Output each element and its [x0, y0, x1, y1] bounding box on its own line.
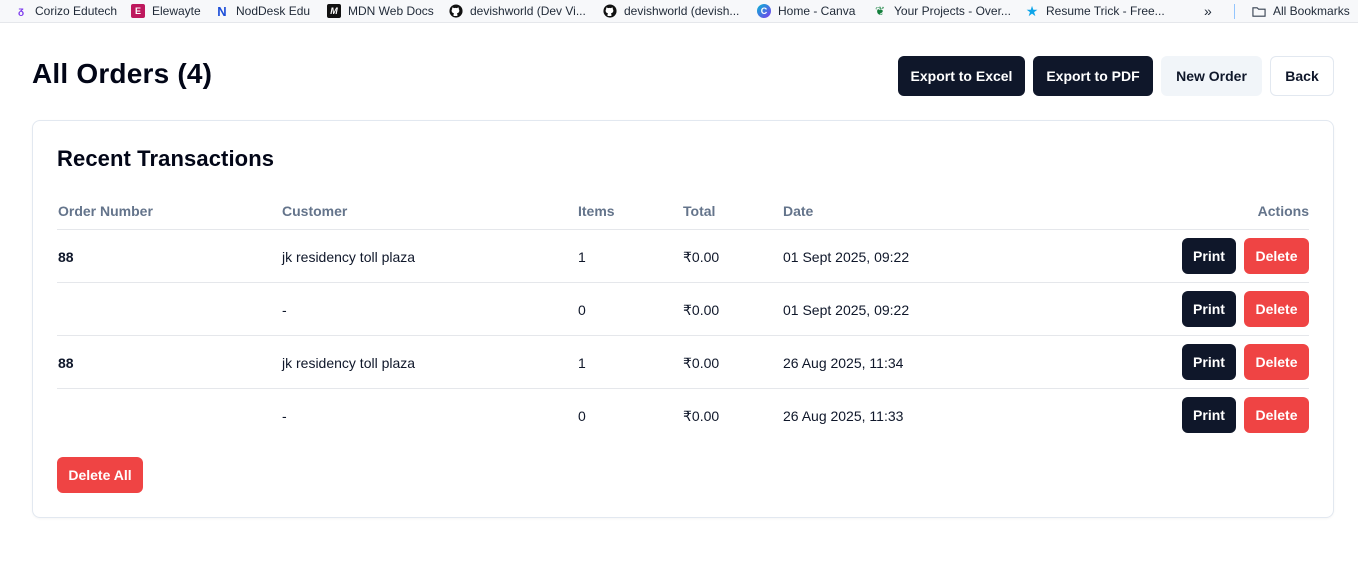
bookmarks-bar: ᵹ Corizo Edutech E Elewayte N NodDesk Ed… — [0, 0, 1358, 23]
back-button[interactable]: Back — [1270, 56, 1334, 96]
cell-items: 1 — [578, 355, 586, 371]
cell-total: ₹0.00 — [683, 355, 720, 371]
cell-total: ₹0.00 — [683, 249, 720, 265]
row-divider — [57, 229, 1309, 230]
bookmark-label: devishworld (devish... — [624, 4, 740, 18]
github-icon — [449, 4, 463, 18]
row-divider — [57, 282, 1309, 283]
bookmark-label: devishworld (Dev Vi... — [470, 4, 586, 18]
delete-button[interactable]: Delete — [1244, 291, 1309, 327]
cell-date: 26 Aug 2025, 11:34 — [783, 355, 904, 371]
corizo-icon: ᵹ — [17, 5, 25, 17]
print-button[interactable]: Print — [1182, 397, 1236, 433]
chevron-double-right-icon: » — [1204, 3, 1212, 19]
column-header-actions: Actions — [1257, 203, 1309, 219]
all-bookmarks-button[interactable]: All Bookmarks — [1252, 0, 1350, 23]
star-icon: ★ — [1025, 2, 1039, 19]
github-icon — [603, 4, 617, 18]
delete-all-button[interactable]: Delete All — [57, 457, 143, 493]
cell-date: 01 Sept 2025, 09:22 — [783, 302, 910, 318]
bookmarks-overflow-button[interactable]: » — [1204, 0, 1212, 23]
print-button[interactable]: Print — [1182, 344, 1236, 380]
row-divider — [57, 388, 1309, 389]
bookmark-noddesk[interactable]: N NodDesk Edu — [215, 0, 310, 23]
row-divider — [57, 335, 1309, 336]
delete-button[interactable]: Delete — [1244, 344, 1309, 380]
cell-order-number: 88 — [58, 249, 74, 265]
card-title: Recent Transactions — [57, 146, 275, 171]
delete-button[interactable]: Delete — [1244, 238, 1309, 274]
bookmark-github-1[interactable]: devishworld (Dev Vi... — [449, 0, 586, 23]
bookmark-label: Elewayte — [152, 4, 201, 18]
bookmark-label: Corizo Edutech — [35, 4, 118, 18]
column-header-items: Items — [578, 203, 615, 219]
noddesk-icon: N — [217, 3, 227, 19]
bookmark-label: Home - Canva — [778, 4, 856, 18]
cell-total: ₹0.00 — [683, 302, 720, 318]
mdn-icon: M — [327, 4, 341, 18]
bookmark-elewayte[interactable]: E Elewayte — [131, 0, 201, 23]
bookmark-mdn[interactable]: M MDN Web Docs — [327, 0, 434, 23]
cell-customer: jk residency toll plaza — [282, 355, 416, 371]
bookmark-github-2[interactable]: devishworld (devish... — [603, 0, 739, 23]
cell-total: ₹0.00 — [683, 408, 720, 424]
export-pdf-button[interactable]: Export to PDF — [1033, 56, 1153, 96]
column-header-date: Date — [783, 203, 814, 219]
canva-icon: C — [757, 4, 771, 18]
bookmark-label: NodDesk Edu — [236, 4, 311, 18]
column-header-total: Total — [683, 203, 716, 219]
cell-order-number: 88 — [58, 355, 74, 371]
overleaf-icon: ❦ — [874, 4, 886, 18]
elewayte-icon: E — [131, 4, 145, 18]
bookmark-corizo[interactable]: ᵹ Corizo Edutech — [14, 0, 117, 23]
cell-date: 26 Aug 2025, 11:33 — [783, 408, 904, 424]
cell-items: 0 — [578, 408, 586, 424]
export-excel-button[interactable]: Export to Excel — [898, 56, 1025, 96]
transactions-card — [32, 120, 1334, 518]
bookmark-label: Resume Trick - Free... — [1046, 4, 1165, 18]
column-header-order-number: Order Number — [58, 203, 153, 219]
cell-items: 1 — [578, 249, 586, 265]
column-header-customer: Customer — [282, 203, 348, 219]
bookmark-canva[interactable]: C Home - Canva — [757, 0, 855, 23]
delete-button[interactable]: Delete — [1244, 397, 1309, 433]
bookmark-label: Your Projects - Over... — [894, 4, 1011, 18]
cell-items: 0 — [578, 302, 586, 318]
bookmark-label: MDN Web Docs — [348, 4, 434, 18]
folder-icon — [1252, 4, 1266, 18]
bookmarks-divider — [1234, 4, 1235, 19]
bookmark-resume-trick[interactable]: ★ Resume Trick - Free... — [1025, 0, 1165, 23]
bookmark-overleaf[interactable]: ❦ Your Projects - Over... — [873, 0, 1011, 23]
cell-date: 01 Sept 2025, 09:22 — [783, 249, 910, 265]
print-button[interactable]: Print — [1182, 291, 1236, 327]
print-button[interactable]: Print — [1182, 238, 1236, 274]
cell-customer: jk residency toll plaza — [282, 249, 416, 265]
new-order-button[interactable]: New Order — [1161, 56, 1262, 96]
cell-customer: - — [282, 302, 287, 318]
page-title: All Orders (4) — [32, 58, 213, 89]
all-bookmarks-label: All Bookmarks — [1273, 4, 1350, 18]
cell-customer: - — [282, 408, 287, 424]
